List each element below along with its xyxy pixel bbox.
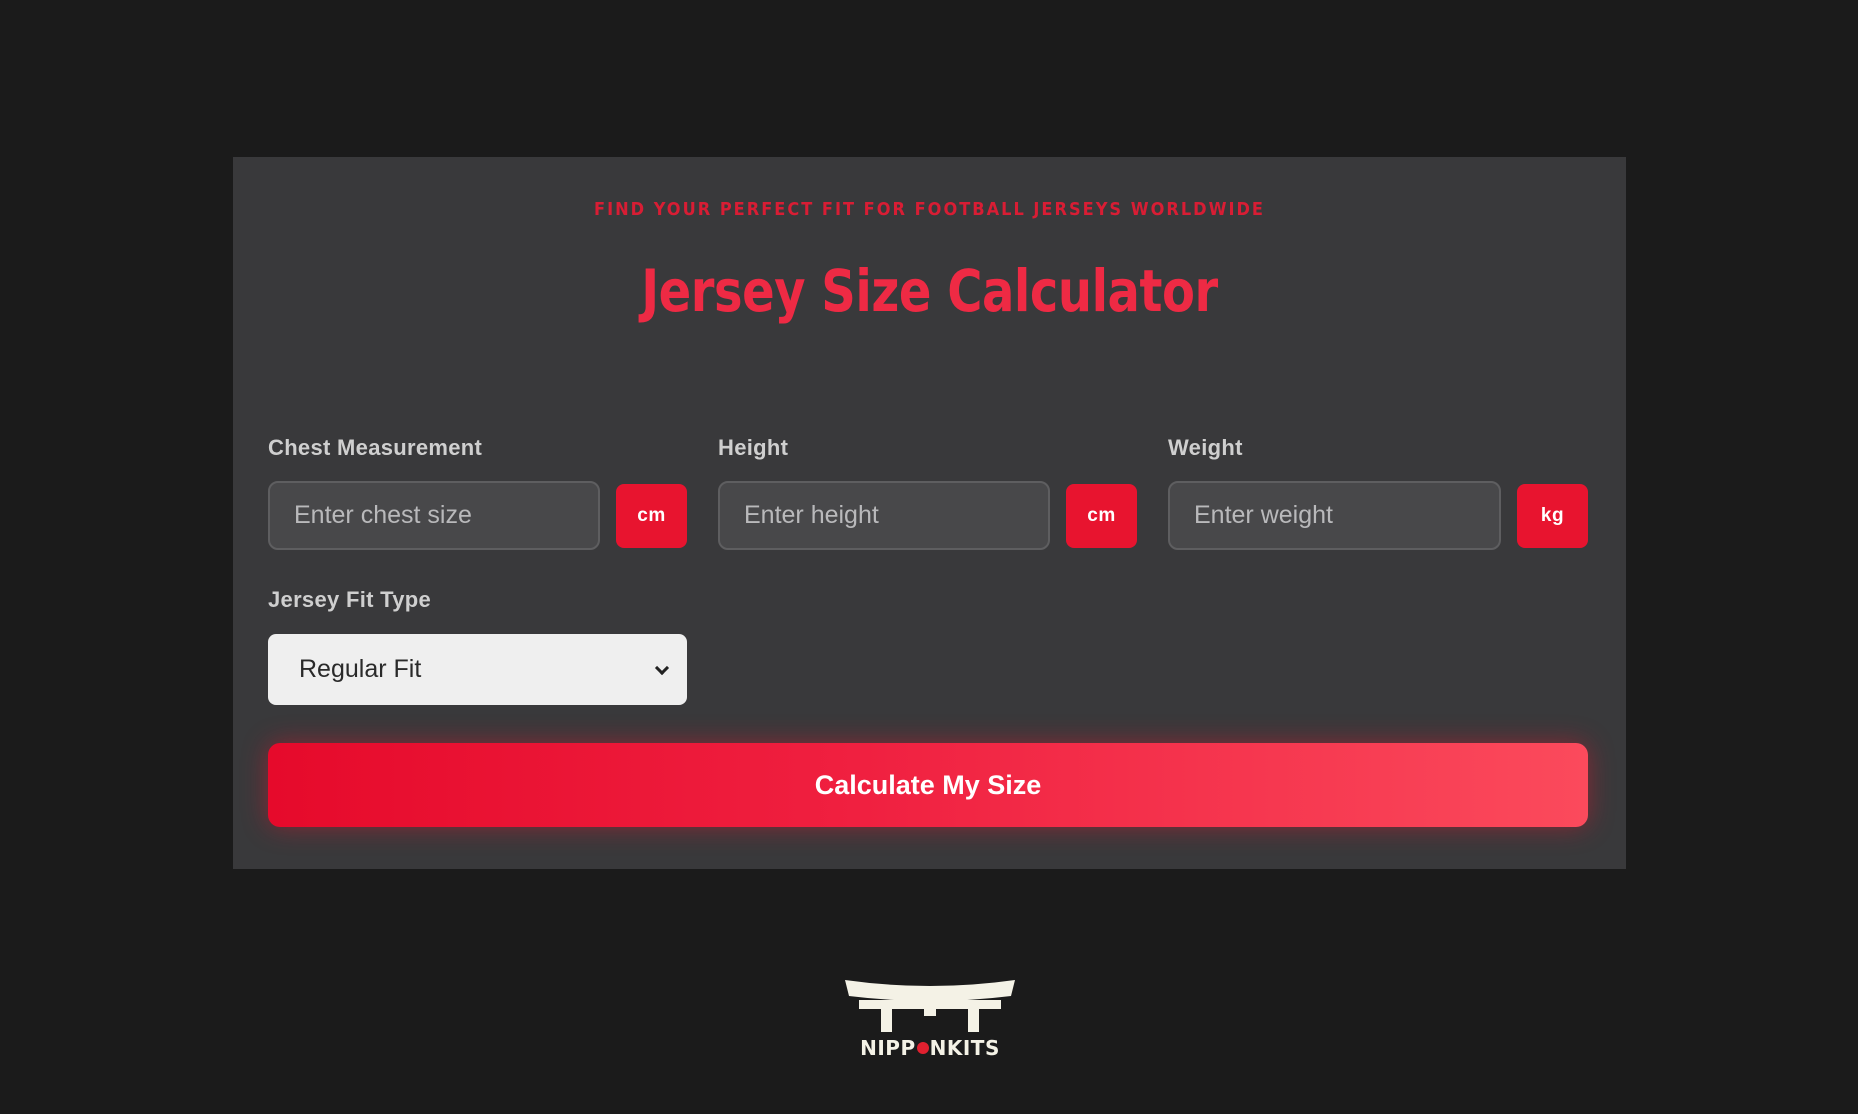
chevron-down-icon — [654, 660, 670, 675]
nipponkits-logo[interactable]: NIPP NKITS — [845, 978, 1015, 1060]
chest-unit-button[interactable]: cm — [616, 484, 687, 548]
chest-label: Chest Measurement — [268, 435, 483, 460]
weight-label: Weight — [1168, 435, 1243, 460]
torii-gate-icon — [845, 980, 1015, 1032]
red-dot-icon — [916, 1042, 929, 1054]
logo-wordmark: NIPP NKITS — [860, 1036, 1000, 1060]
page-title: Jersey Size Calculator — [641, 257, 1218, 325]
height-input[interactable] — [718, 481, 1050, 550]
calculate-button[interactable]: Calculate My Size — [268, 743, 1588, 827]
height-unit-button[interactable]: cm — [1066, 484, 1137, 548]
fit-type-label: Jersey Fit Type — [268, 587, 432, 612]
weight-input[interactable] — [1168, 481, 1501, 550]
weight-unit-button[interactable]: kg — [1517, 484, 1588, 548]
chest-input[interactable] — [268, 481, 600, 550]
tagline: FIND YOUR PERFECT FIT FOR FOOTBALL JERSE… — [594, 199, 1265, 220]
fit-type-select[interactable]: Regular Fit — [268, 634, 687, 705]
calculator-card: FIND YOUR PERFECT FIT FOR FOOTBALL JERSE… — [233, 157, 1626, 869]
height-label: Height — [718, 435, 789, 460]
fit-type-value: Regular Fit — [299, 655, 422, 683]
